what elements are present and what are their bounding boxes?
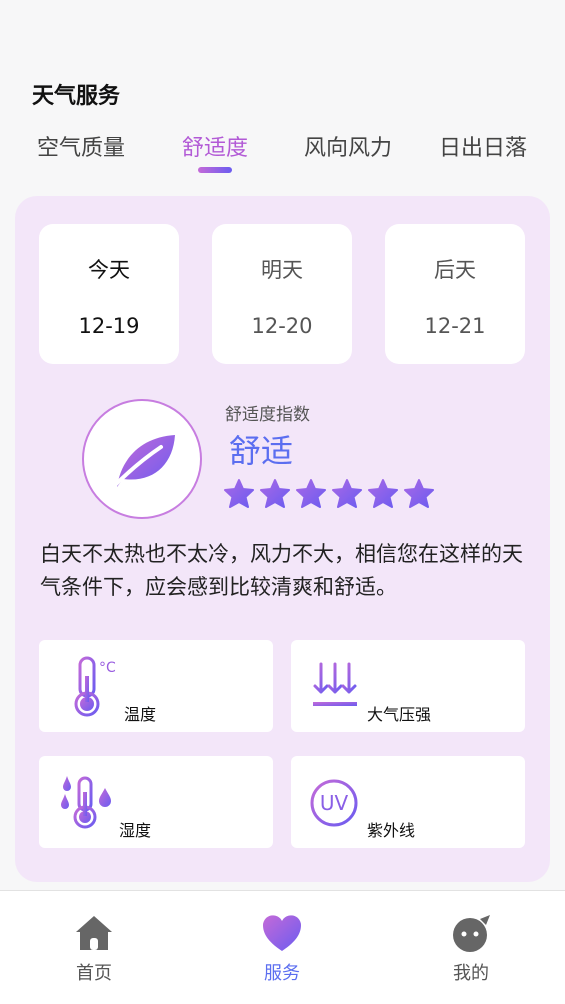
day-card-tomorrow[interactable]: 明天 12-20 bbox=[212, 224, 352, 364]
star-icon bbox=[296, 479, 326, 508]
bottom-nav: 首页 服务 我的 bbox=[0, 890, 565, 1004]
day-card-today[interactable]: 今天 12-19 bbox=[39, 224, 179, 364]
star-icon bbox=[224, 479, 254, 508]
svg-text:UV: UV bbox=[320, 791, 349, 815]
comfort-rating bbox=[223, 478, 439, 510]
metric-label: 湿度 bbox=[119, 821, 152, 840]
day-card-day-after[interactable]: 后天 12-21 bbox=[385, 224, 525, 364]
tab-bar: 空气质量 舒适度 风向风力 日出日落 bbox=[0, 130, 565, 180]
metric-label: 温度 bbox=[124, 705, 157, 724]
tab-air-quality[interactable]: 空气质量 bbox=[37, 130, 125, 162]
star-icon bbox=[332, 479, 362, 508]
nav-label: 服务 bbox=[264, 963, 300, 984]
humidity-thermometer-icon bbox=[61, 776, 111, 829]
svg-text:°C: °C bbox=[99, 660, 116, 676]
thermometer-celsius-icon: °C bbox=[74, 656, 116, 717]
nav-label: 首页 bbox=[76, 963, 112, 984]
star-icon bbox=[368, 479, 398, 508]
tab-comfort[interactable]: 舒适度 bbox=[182, 130, 248, 162]
comfort-card: 今天 12-19 明天 12-20 后天 12-21 舒适度指数 舒适 白天不太… bbox=[15, 196, 550, 882]
tab-wind[interactable]: 风向风力 bbox=[304, 130, 392, 162]
metric-humidity[interactable]: 湿度 bbox=[39, 756, 273, 848]
home-icon bbox=[76, 916, 112, 950]
page-title: 天气服务 bbox=[32, 84, 121, 109]
day-date: 12-20 bbox=[251, 314, 313, 338]
leaf-icon bbox=[109, 435, 175, 491]
comfort-description: 白天不太热也不太冷，风力不大，相信您在这样的天气条件下，应会感到比较清爽和舒适。 bbox=[40, 542, 523, 599]
uv-icon: UV bbox=[310, 779, 358, 827]
nav-profile[interactable]: 我的 bbox=[431, 913, 511, 985]
heart-icon bbox=[263, 915, 301, 951]
metric-pressure[interactable]: 大气压强 bbox=[291, 640, 525, 732]
metric-uv[interactable]: UV 紫外线 bbox=[291, 756, 525, 848]
comfort-index-value: 舒适 bbox=[229, 432, 294, 470]
metric-label: 大气压强 bbox=[367, 705, 432, 724]
day-name: 后天 bbox=[434, 258, 476, 282]
profile-icon bbox=[453, 915, 490, 952]
star-icon bbox=[260, 479, 290, 508]
day-name: 明天 bbox=[261, 258, 303, 282]
metric-label: 紫外线 bbox=[367, 821, 416, 840]
nav-home[interactable]: 首页 bbox=[54, 913, 134, 985]
star-icon bbox=[404, 479, 434, 508]
comfort-badge bbox=[82, 399, 202, 519]
day-date: 12-21 bbox=[424, 314, 486, 338]
metric-temperature[interactable]: °C 温度 bbox=[39, 640, 273, 732]
tab-sunrise-sunset[interactable]: 日出日落 bbox=[439, 130, 527, 162]
tab-active-indicator bbox=[198, 167, 232, 173]
comfort-index-label: 舒适度指数 bbox=[225, 405, 310, 425]
nav-label: 我的 bbox=[453, 963, 489, 984]
nav-service[interactable]: 服务 bbox=[242, 913, 322, 985]
day-name: 今天 bbox=[88, 258, 130, 282]
day-date: 12-19 bbox=[78, 314, 140, 338]
pressure-arrows-icon bbox=[313, 662, 357, 706]
